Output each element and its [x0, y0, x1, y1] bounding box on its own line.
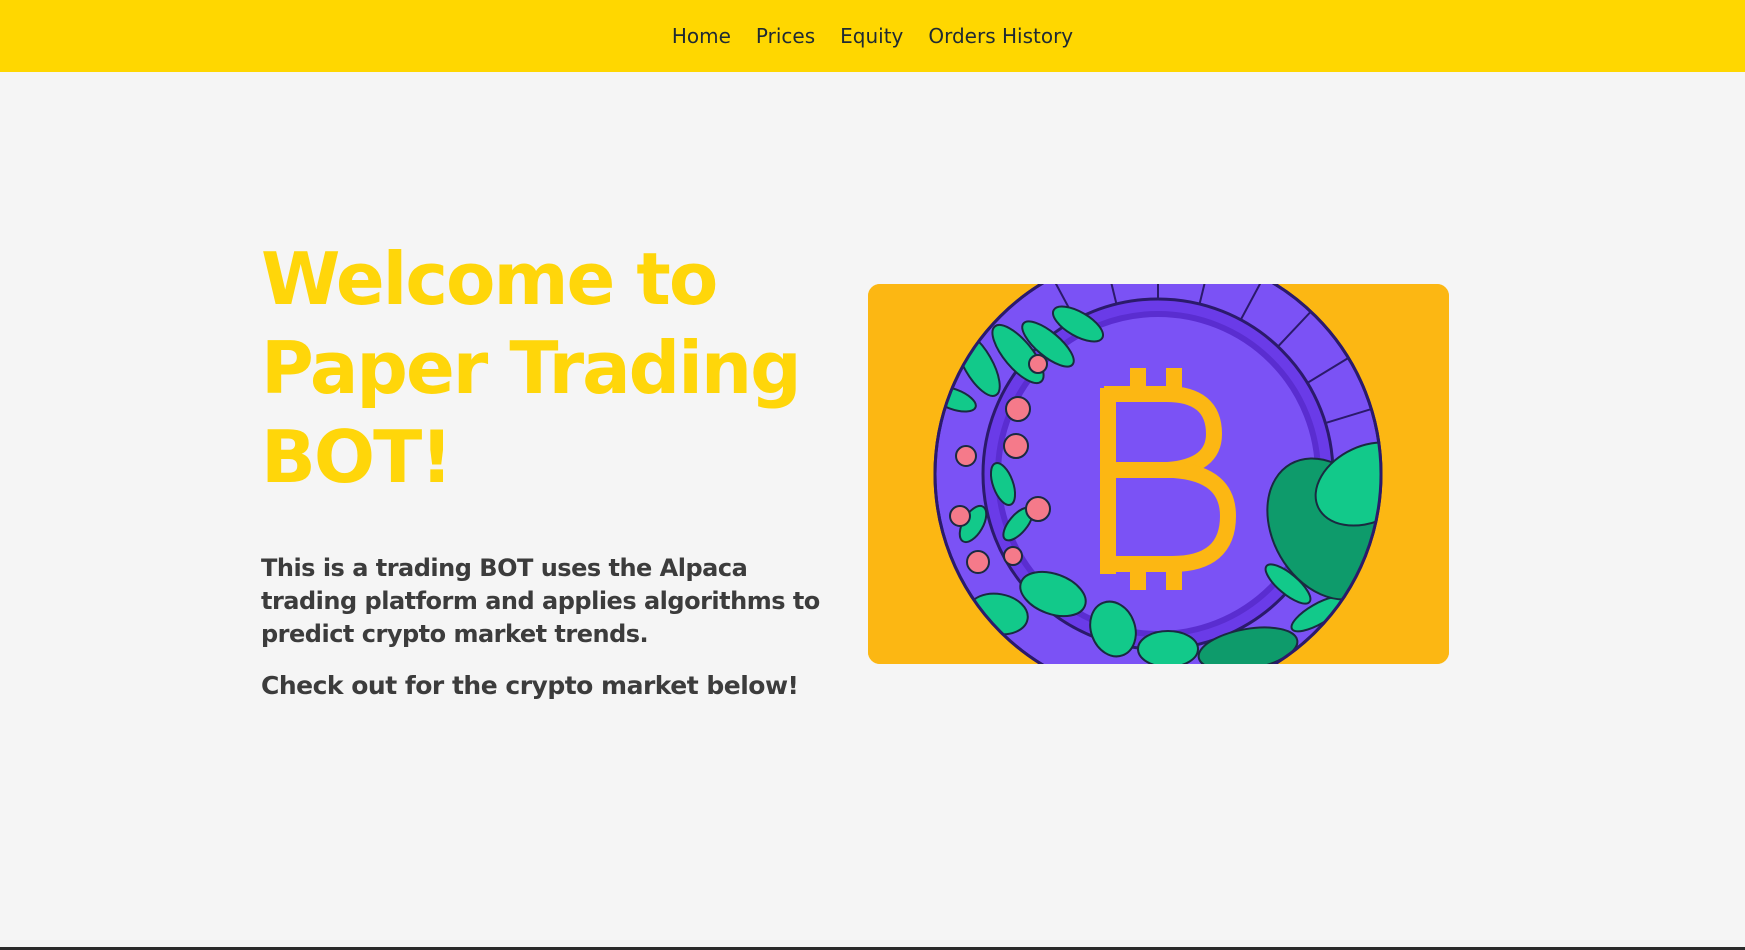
hero-cta-text: Check out for the crypto market below! [261, 671, 799, 700]
hero-title-line-2: Paper Trading [261, 326, 802, 410]
hero-title-line-3: BOT! [261, 415, 453, 499]
hero-title-line-1: Welcome to [261, 237, 718, 321]
hero-title: Welcome to Paper Trading BOT! [261, 235, 841, 502]
hero-description: This is a trading BOT uses the Alpaca tr… [261, 554, 820, 648]
top-navbar: Home Prices Equity Orders History [0, 0, 1745, 72]
nav-orders-history-link[interactable]: Orders History [928, 24, 1073, 48]
nav-prices-link[interactable]: Prices [756, 24, 815, 48]
bitcoin-coin-icon [868, 284, 1449, 664]
hero-text-section: Welcome to Paper Trading BOT! This is a … [261, 235, 841, 702]
nav-home-link[interactable]: Home [672, 24, 731, 48]
nav-equity-link[interactable]: Equity [840, 24, 903, 48]
bitcoin-illustration [868, 284, 1449, 664]
